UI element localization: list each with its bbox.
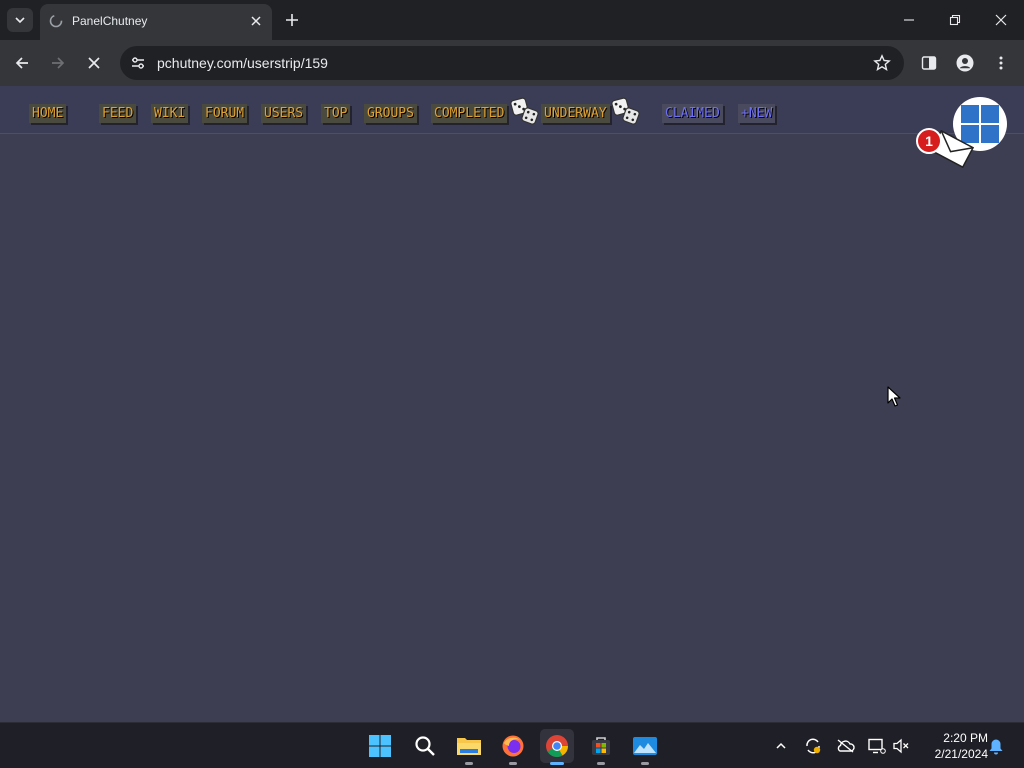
running-indicator [465,762,473,765]
bell-icon [989,739,1003,754]
nav-top[interactable]: TOP [321,104,351,123]
microsoft-store-button[interactable] [584,729,618,765]
arrow-left-icon [15,57,28,69]
folder-icon [457,738,481,755]
arrow-right-icon [52,57,65,69]
running-indicator [597,762,605,765]
browser-menu-button[interactable] [990,52,1012,74]
notification-center-button[interactable] [986,736,1006,756]
nav-underway[interactable]: UNDERWAY [541,104,610,123]
mouse-cursor-icon [887,386,901,407]
tab-bar: PanelChutney [0,0,1024,40]
side-panel-button[interactable] [918,52,940,74]
running-indicator [641,762,649,765]
restore-icon [949,14,961,26]
photos-icon [633,737,657,755]
tune-icon [132,57,144,69]
clock-date: 2/21/2024 [934,747,988,761]
onedrive-button[interactable] [835,736,855,756]
system-clock[interactable]: 2:20 PM 2/21/2024 [918,730,988,762]
nav-new[interactable]: +NEW [738,104,776,123]
loading-spinner-icon [49,14,63,28]
volume-button[interactable] [891,736,911,756]
site-info-button[interactable] [126,51,150,75]
side-panel-icon [921,56,937,70]
windows-start-icon [369,735,391,757]
firefox-button[interactable] [496,729,530,765]
network-icon [868,738,886,754]
volume-muted-icon [893,738,909,754]
store-icon [592,737,610,755]
nav-claimed[interactable]: CLAIMED [662,104,723,123]
chevron-up-icon [776,742,786,749]
browser-tab[interactable]: PanelChutney [40,4,272,40]
chevron-down-icon [15,17,25,24]
windows-taskbar: 2:20 PM 2/21/2024 [0,722,1024,768]
page-content: HOME FEED WIKI FORUM USERS TOP GROUPS CO… [0,86,1024,722]
address-bar[interactable]: pchutney.com/userstrip/159 [120,46,904,80]
dice-icon [611,97,640,125]
profile-icon [956,54,974,72]
tab-title: PanelChutney [72,14,148,28]
minimize-button[interactable] [886,0,932,40]
forward-button[interactable] [46,51,70,75]
nav-completed[interactable]: COMPLETED [431,104,508,123]
stop-icon [88,57,100,69]
cloud-offline-icon [837,739,855,753]
start-button[interactable] [363,729,397,763]
dice-icon [510,97,539,125]
show-hidden-icons-button[interactable] [771,736,791,756]
stop-loading-button[interactable] [82,51,106,75]
network-button[interactable] [867,736,887,756]
search-button[interactable] [408,729,442,763]
firefox-icon [502,735,524,757]
browser-toolbar: pchutney.com/userstrip/159 [0,40,1024,86]
close-icon [995,14,1007,26]
nav-home[interactable]: HOME [29,104,67,123]
nav-users[interactable]: USERS [261,104,307,123]
nav-groups[interactable]: GROUPS [364,104,417,123]
more-vertical-icon [999,56,1003,70]
minimize-icon [904,19,914,21]
nav-feed[interactable]: FEED [99,104,137,123]
search-icon [415,736,435,756]
active-indicator [550,762,564,765]
running-indicator [509,762,517,765]
clock-time: 2:20 PM [943,731,988,745]
sync-status-button[interactable] [803,736,823,756]
nav-forum[interactable]: FORUM [202,104,248,123]
close-window-button[interactable] [978,0,1024,40]
notification-badge[interactable]: 1 [916,128,942,154]
chrome-button[interactable] [540,729,574,765]
file-explorer-button[interactable] [452,729,486,765]
new-tab-icon[interactable] [283,11,301,29]
chrome-icon [546,735,568,757]
restore-button[interactable] [932,0,978,40]
nav-wiki[interactable]: WIKI [151,104,189,123]
url-text: pchutney.com/userstrip/159 [157,55,328,71]
site-nav-bar: HOME FEED WIKI FORUM USERS TOP GROUPS CO… [0,86,1024,134]
sync-icon [806,738,821,754]
bookmark-star-icon[interactable] [873,54,891,72]
photos-button[interactable] [628,729,662,765]
close-tab-icon[interactable] [248,13,264,29]
tab-search-button[interactable] [7,8,33,32]
profile-button[interactable] [954,52,976,74]
back-button[interactable] [10,51,34,75]
